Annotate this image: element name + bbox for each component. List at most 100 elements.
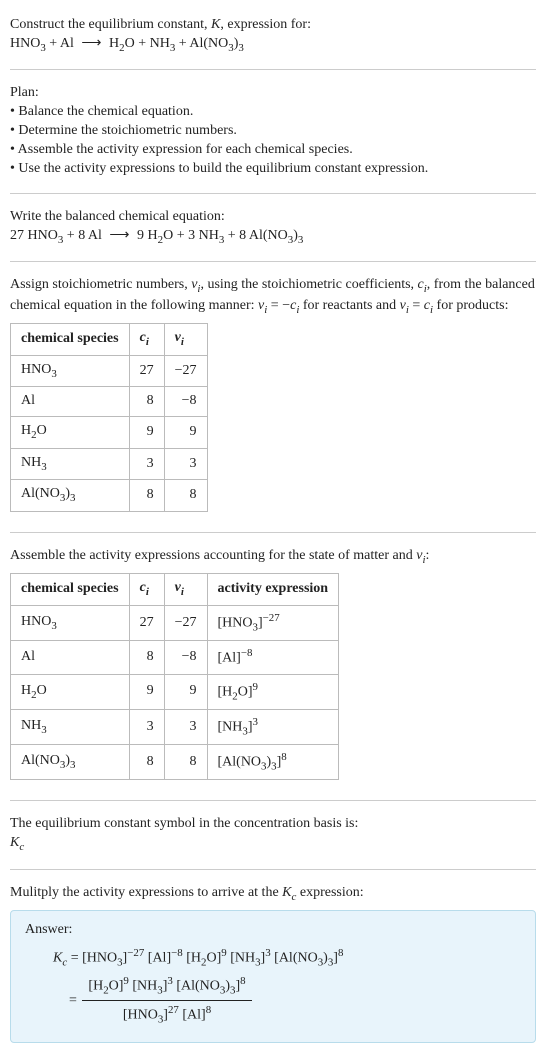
title-var: K: [211, 17, 220, 32]
fraction: [H2O]9 [NH3]3 [Al(NO3)3]8 [HNO3]27 [Al]8: [82, 972, 251, 1029]
e: 8: [281, 751, 286, 763]
species-cell: Al: [11, 387, 130, 417]
table-row: H2O 9 9: [11, 417, 208, 449]
t: [Al]: [218, 651, 241, 666]
text: =: [409, 298, 424, 313]
eq-sub: 3: [238, 42, 243, 54]
plan-section: Plan: • Balance the chemical equation. •…: [10, 76, 536, 186]
divider: [10, 532, 536, 533]
t: [HNO: [123, 1008, 158, 1023]
balanced-label: Write the balanced chemical equation:: [10, 208, 536, 227]
s: 3: [41, 724, 46, 736]
fraction-denominator: [HNO3]27 [Al]8: [82, 1001, 251, 1029]
eq-term: HNO: [10, 36, 40, 51]
table-row: Al(NO3)3 8 8: [11, 480, 208, 512]
e: 8: [338, 947, 343, 959]
text: expression:: [296, 885, 363, 900]
t: HNO: [21, 362, 51, 377]
arrow-icon: ⟶: [81, 35, 101, 54]
sub-i: i: [181, 586, 184, 598]
k-var: K: [53, 951, 62, 966]
eq-term: + 8 Al: [63, 228, 105, 243]
species-cell: HNO3: [11, 605, 130, 640]
multiply-label: Mulitply the activity expressions to arr…: [10, 884, 536, 905]
stoich-intro: Assign stoichiometric numbers, νi, using…: [10, 276, 536, 317]
eq-sub: 3: [298, 234, 303, 246]
t: [NH: [218, 720, 243, 735]
title-line: Construct the equilibrium constant, K, e…: [10, 16, 536, 35]
e: 8: [206, 1004, 211, 1016]
col-species: chemical species: [11, 324, 130, 356]
stoich-table: chemical species ci νi HNO3 27 −27 Al 8 …: [10, 323, 208, 512]
stoich-section: Assign stoichiometric numbers, νi, using…: [10, 268, 536, 526]
divider: [10, 869, 536, 870]
divider: [10, 800, 536, 801]
s: 3: [51, 368, 56, 380]
activity-cell: [Al(NO3)3]8: [207, 745, 339, 780]
k-var: K: [10, 835, 19, 850]
ci-cell: 27: [129, 355, 164, 387]
plan-label: Plan:: [10, 84, 536, 103]
t: [HNO: [218, 616, 253, 631]
equals: =: [67, 951, 82, 966]
e: −27: [127, 947, 144, 959]
plan-bullet: • Determine the stoichiometric numbers.: [10, 122, 536, 141]
symbol-label: The equilibrium constant symbol in the c…: [10, 815, 536, 834]
text: Assemble the activity expressions accoun…: [10, 548, 416, 563]
e: −8: [241, 647, 253, 659]
t: [HNO: [82, 951, 117, 966]
col-nui: νi: [164, 324, 207, 356]
nui-cell: −27: [164, 605, 207, 640]
activity-cell: [NH3]3: [207, 709, 339, 744]
e: 3: [253, 716, 258, 728]
assemble-section: Assemble the activity expressions accoun…: [10, 539, 536, 794]
species-cell: Al(NO3)3: [11, 745, 130, 780]
title-prefix: Construct the equilibrium constant,: [10, 17, 211, 32]
nui-cell: 9: [164, 417, 207, 449]
nui-cell: 8: [164, 745, 207, 780]
s: 3: [51, 620, 56, 632]
activity-table: chemical species ci νi activity expressi…: [10, 573, 339, 780]
t: O]: [206, 951, 221, 966]
species-cell: H2O: [11, 417, 130, 449]
species-cell: NH3: [11, 448, 130, 480]
text: Mulitply the activity expressions to arr…: [10, 885, 282, 900]
t: [Al(NO: [218, 755, 262, 770]
sub-i: i: [181, 336, 184, 348]
ci-cell: 8: [129, 745, 164, 780]
species-cell: H2O: [11, 674, 130, 709]
t: H: [21, 423, 31, 438]
table-row: HNO3 27 −27: [11, 355, 208, 387]
sub-c: c: [19, 841, 24, 853]
t: [H: [218, 684, 233, 699]
ci-cell: 9: [129, 674, 164, 709]
eq-term: + Al: [46, 36, 74, 51]
ci-cell: 3: [129, 709, 164, 744]
nui-cell: 9: [164, 674, 207, 709]
t: [Al(NO: [271, 951, 318, 966]
sub-i: i: [146, 586, 149, 598]
eq-term: O + 3 NH: [163, 228, 219, 243]
ci-cell: 8: [129, 641, 164, 675]
e: 9: [253, 681, 258, 693]
eq-term: 27 HNO: [10, 228, 58, 243]
col-nui: νi: [164, 574, 207, 606]
plan-bullet: • Balance the chemical equation.: [10, 103, 536, 122]
table-row: H2O 9 9 [H2O]9: [11, 674, 339, 709]
table-row: Al 8 −8 [Al]−8: [11, 641, 339, 675]
balanced-section: Write the balanced chemical equation: 27…: [10, 200, 536, 255]
unbalanced-equation: HNO3 + Al ⟶ H2O + NH3 + Al(NO3)3: [10, 35, 536, 56]
kc-expression-2: = [H2O]9 [NH3]3 [Al(NO3)3]8 [HNO3]27 [Al…: [25, 972, 521, 1029]
plan-bullet: • Assemble the activity expression for e…: [10, 141, 536, 160]
t: O: [37, 683, 47, 698]
multiply-section: Mulitply the activity expressions to arr…: [10, 876, 536, 1051]
nui-cell: 3: [164, 709, 207, 744]
equals: =: [69, 993, 80, 1008]
col-ci: ci: [129, 324, 164, 356]
text: , using the stoichiometric coefficients,: [200, 277, 417, 292]
text: for products:: [433, 298, 508, 313]
symbol-section: The equilibrium constant symbol in the c…: [10, 807, 536, 862]
ci-cell: 8: [129, 480, 164, 512]
t: O: [37, 423, 47, 438]
t: NH: [21, 455, 41, 470]
